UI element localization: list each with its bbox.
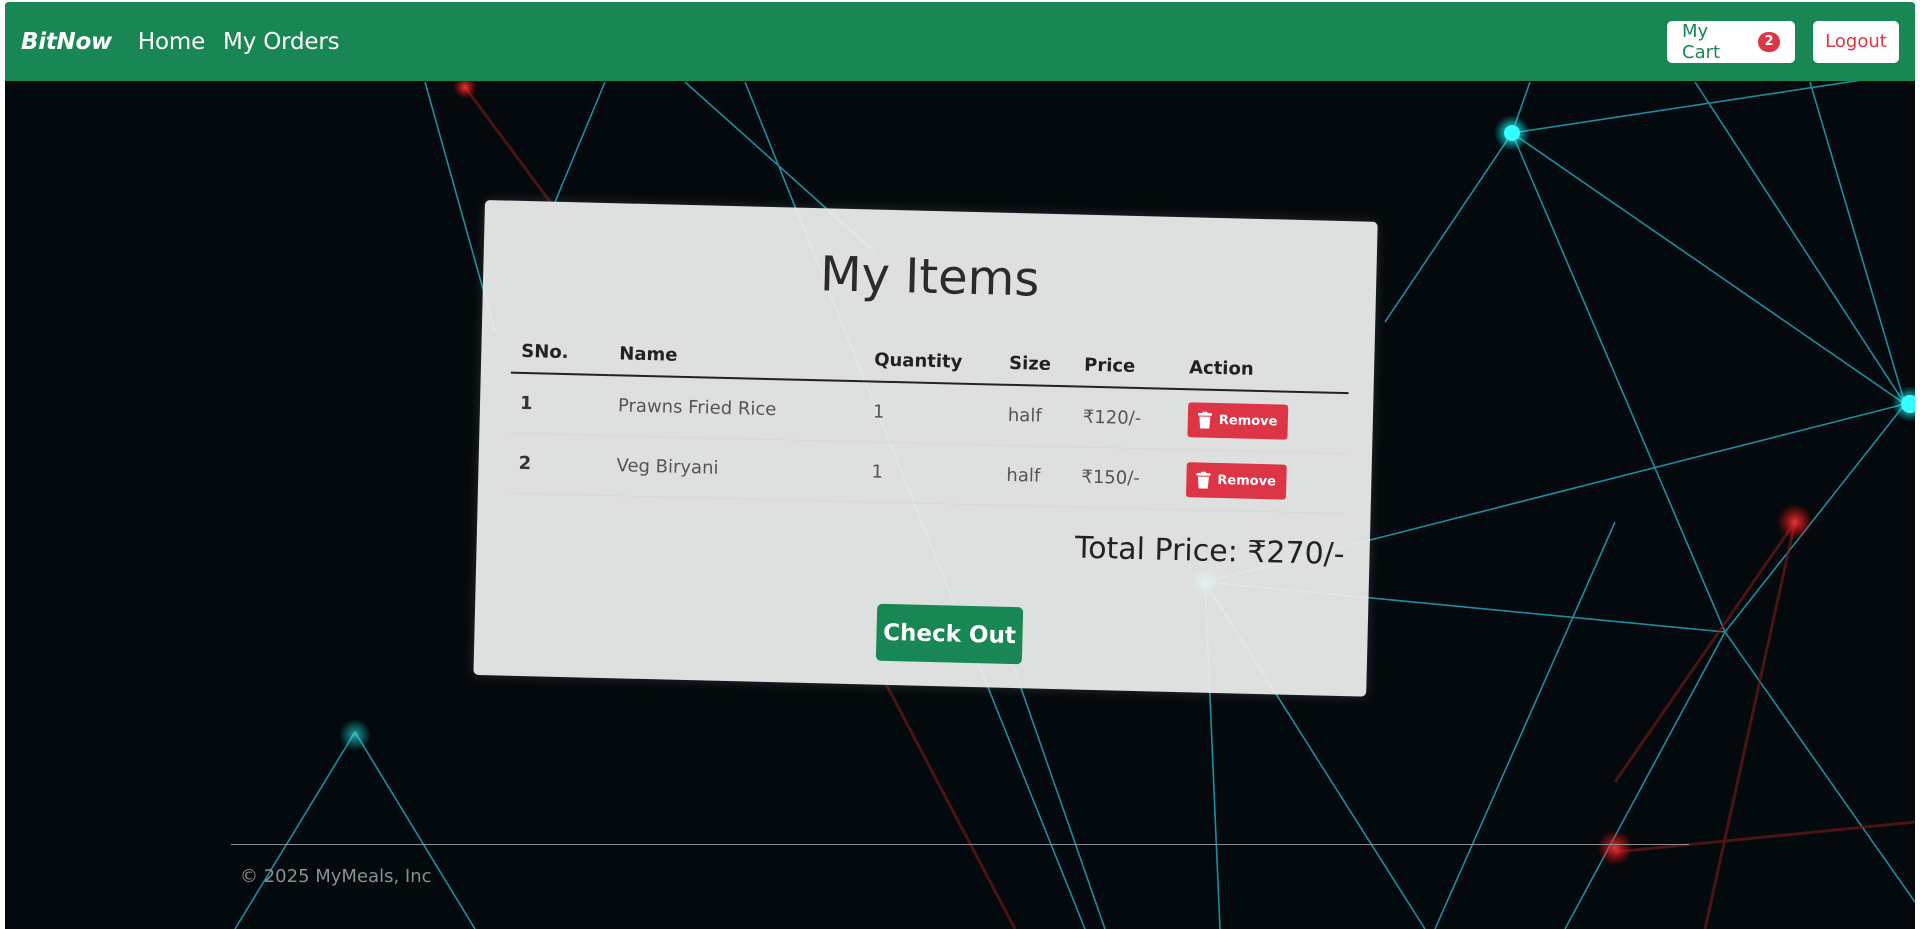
remove-button[interactable]: Remove xyxy=(1185,462,1287,500)
my-cart-label: My Cart xyxy=(1682,20,1721,63)
remove-label: Remove xyxy=(1218,412,1278,430)
row-name: Veg Biryani xyxy=(605,435,863,502)
row-sno: 2 xyxy=(507,433,608,496)
row-price: ₹120/- xyxy=(1072,386,1179,450)
row-name: Prawns Fried Rice xyxy=(607,375,864,442)
nav-home-link[interactable]: Home xyxy=(138,29,205,55)
row-size: half xyxy=(997,384,1074,447)
nav-actions: My Cart 2 Logout xyxy=(1667,20,1899,63)
col-sno: SNo. xyxy=(510,328,610,376)
col-size: Size xyxy=(998,340,1075,387)
cart-title: My Items xyxy=(819,246,1041,308)
row-price: ₹150/- xyxy=(1070,446,1178,510)
trash-icon xyxy=(1197,411,1212,429)
cart-card: My Items SNo. Name Quantity Size Price A… xyxy=(473,200,1378,697)
row-size: half xyxy=(995,445,1073,507)
col-price: Price xyxy=(1073,342,1180,390)
checkout-button[interactable]: Check Out xyxy=(875,603,1024,665)
row-sno: 1 xyxy=(509,372,609,436)
remove-label: Remove xyxy=(1217,472,1277,490)
logout-button[interactable]: Logout xyxy=(1813,20,1899,63)
cart-items-table: SNo. Name Quantity Size Price Action 1 P… xyxy=(507,328,1350,514)
footer-copyright: © 2025 MyMeals, Inc xyxy=(240,866,432,887)
nav-my-orders-link[interactable]: My Orders xyxy=(223,29,340,55)
my-cart-button[interactable]: My Cart 2 xyxy=(1667,20,1795,63)
row-action: Remove xyxy=(1177,389,1349,454)
footer-divider xyxy=(231,844,1689,845)
trash-icon xyxy=(1196,471,1211,489)
row-action: Remove xyxy=(1175,449,1348,514)
app-window: BitNow Home My Orders My Cart 2 Logout M… xyxy=(5,2,1915,929)
row-quantity: 1 xyxy=(862,381,999,446)
row-quantity: 1 xyxy=(860,441,998,506)
total-price: Total Price: ₹270/- xyxy=(1074,530,1346,573)
remove-button[interactable]: Remove xyxy=(1187,402,1288,440)
cart-count-badge: 2 xyxy=(1758,31,1780,52)
col-quantity: Quantity xyxy=(863,337,1000,385)
col-action: Action xyxy=(1178,345,1350,394)
col-name: Name xyxy=(608,331,865,382)
top-navbar: BitNow Home My Orders My Cart 2 Logout xyxy=(5,2,1915,81)
brand-logo[interactable]: BitNow xyxy=(21,29,112,55)
